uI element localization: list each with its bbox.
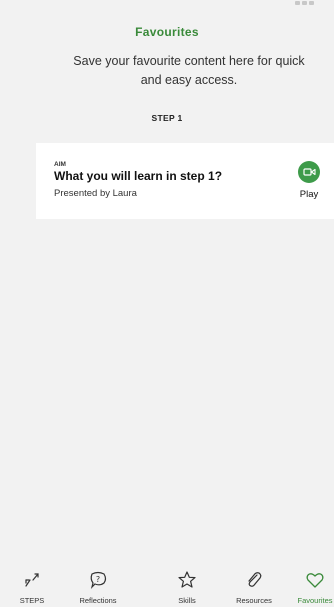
tab-skills[interactable]: Skills (164, 566, 210, 607)
tab-reflections[interactable]: ? Reflections (70, 566, 126, 607)
tab-favourites[interactable]: Favourites (292, 566, 334, 607)
tab-label: STEPS (19, 596, 45, 605)
tab-label: Reflections (79, 596, 117, 605)
tab-label: Skills (178, 596, 196, 605)
question-bubble-icon: ? (88, 570, 108, 590)
tab-steps[interactable]: STEPS (10, 566, 54, 607)
card-subtitle: Presented by Laura (54, 188, 137, 199)
page-title: Favourites (135, 25, 199, 39)
favourite-card[interactable]: AIM What you will learn in step 1? Prese… (36, 143, 334, 219)
play-label: Play (299, 189, 319, 200)
heart-icon (305, 570, 325, 590)
card-title: What you will learn in step 1? (54, 169, 223, 183)
tab-label: Favourites (297, 596, 333, 605)
svg-text:?: ? (96, 575, 100, 584)
tab-resources[interactable]: Resources (228, 566, 280, 607)
intro-line-2: and easy access. (140, 73, 238, 87)
bottom-tab-bar: STEPS ? Reflections Skills Resources Fav… (20, 566, 334, 607)
paperclip-icon (244, 570, 264, 590)
card-kicker: AIM (54, 161, 66, 168)
tab-label: Resources (236, 596, 272, 605)
section-heading: STEP 1 (151, 113, 183, 123)
steps-arrows-icon (22, 570, 42, 590)
video-camera-icon (298, 161, 320, 183)
intro-text: Save your favourite content here for qui… (58, 52, 320, 90)
intro-line-1: Save your favourite content here for qui… (73, 54, 305, 68)
play-button[interactable]: Play (286, 161, 334, 209)
star-icon (177, 570, 197, 590)
status-bar (0, 0, 334, 10)
status-icons (295, 1, 314, 5)
